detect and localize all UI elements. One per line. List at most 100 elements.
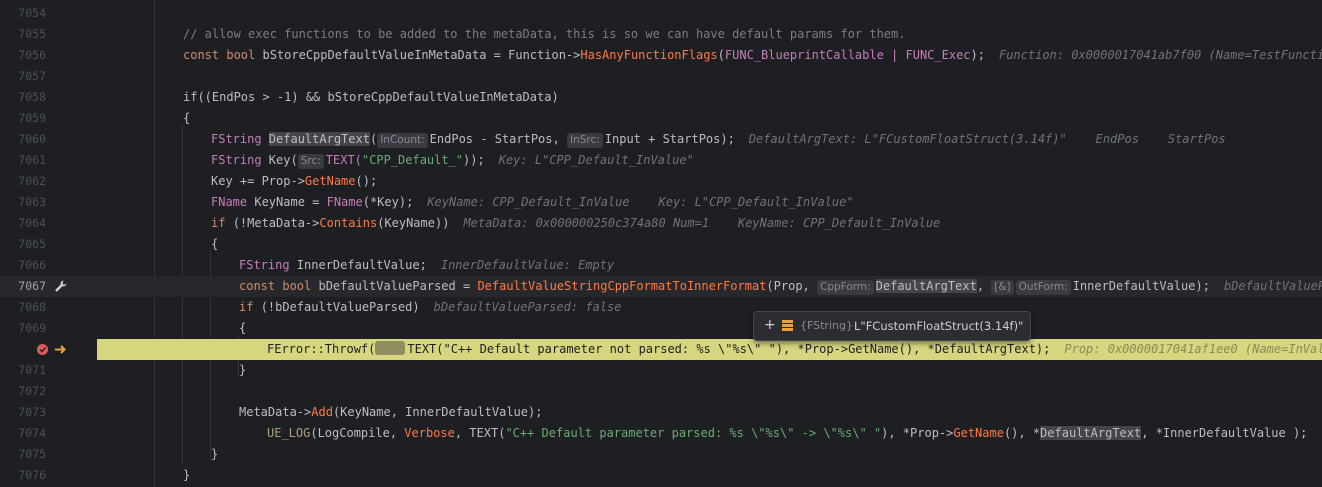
code-token: const bool xyxy=(183,48,263,62)
code-token: DefaultArgText xyxy=(1040,426,1142,440)
line-number: 7063 xyxy=(18,195,46,209)
debug-inline-value: bDefaultValueParsed: false xyxy=(433,300,622,314)
code-line[interactable]: 7064 if (!MetaData->Contains(KeyName)) Me… xyxy=(0,213,1322,234)
code-line[interactable]: 7058 if((EndPos > -1) && bStoreCppDefaul… xyxy=(0,87,1322,108)
execution-arrow-icon xyxy=(55,345,66,354)
code-comment: // allow exec functions to be added to t… xyxy=(183,27,906,41)
code-line[interactable]: 7074 UE_LOG(LogCompile, Verbose, TEXT("C… xyxy=(0,423,1322,444)
code-text: { xyxy=(211,237,219,251)
code-token: (KeyName)) xyxy=(377,216,450,230)
code-line[interactable]: 7055 // allow exec functions to be added… xyxy=(0,24,1322,45)
code-token: UE_LOG xyxy=(267,426,311,440)
code-token: FError::Throwf( xyxy=(267,342,376,356)
code-token: TEXT("C++ Default parameter not parsed: … xyxy=(407,342,1051,356)
code-line[interactable]: 7054 xyxy=(0,3,1322,24)
code-line[interactable]: 7056 const bool bStoreCppDefaultValueInM… xyxy=(0,45,1322,66)
code-token: ( xyxy=(369,132,378,146)
line-number: 7065 xyxy=(18,237,46,251)
breakpoint-icon[interactable] xyxy=(36,343,49,356)
code-token: (!MetaData-> xyxy=(232,216,320,230)
code-token: (KeyName, InnerDefaultValue); xyxy=(332,405,543,419)
code-line-current[interactable]: 7067 const bool bDefaultValueParsed = De… xyxy=(0,276,1322,297)
line-number: 7054 xyxy=(18,6,46,20)
line-number: 7072 xyxy=(18,384,46,398)
wrench-icon[interactable] xyxy=(54,279,68,293)
line-number: 7074 xyxy=(18,426,46,440)
line-number: 7066 xyxy=(18,258,46,272)
debug-value-tooltip[interactable]: + {FString} L"FCustomFloatStruct(3.14f)" xyxy=(753,311,1031,341)
debug-inline-value: Function: 0x0000017041ab7f00 (Name=TestF… xyxy=(998,48,1322,62)
code-line[interactable]: 7059 { xyxy=(0,108,1322,129)
code-token: if xyxy=(211,216,233,230)
code-token: )); xyxy=(463,153,485,167)
parameter-hint: Src: xyxy=(297,154,324,169)
code-token: if xyxy=(239,300,261,314)
format-hint xyxy=(375,341,406,355)
code-token: , xyxy=(976,279,992,293)
line-number: 7057 xyxy=(18,69,46,83)
debug-inline-value: DefaultArgText: L"FCustomFloatStruct(3.1… xyxy=(748,132,1226,146)
debug-inline-value: InnerDefaultValue: Empty xyxy=(440,258,615,272)
code-token: Verbose xyxy=(404,426,455,440)
code-token: "CPP_Default_" xyxy=(361,153,464,167)
code-line[interactable]: 7060 FString DefaultArgText(InCount: EndP… xyxy=(0,129,1322,150)
parameter-hint: CppForm: xyxy=(817,280,874,295)
code-token: InnerDefaultValue; xyxy=(296,258,427,272)
code-token: , *InnerDefaultValue ); xyxy=(1141,426,1308,440)
code-line[interactable]: 7075 } xyxy=(0,444,1322,465)
code-token: Key += Prop-> xyxy=(211,174,305,188)
code-token: HasAnyFunctionFlags xyxy=(580,48,718,62)
code-token: FString xyxy=(211,132,269,146)
line-number: 7061 xyxy=(18,153,46,167)
code-token: DefaultArgText xyxy=(268,132,370,146)
code-line[interactable]: 7072 xyxy=(0,381,1322,402)
code-line[interactable]: 7068 if (!bDefaultValueParsed) bDefaultVa… xyxy=(0,297,1322,318)
code-line[interactable]: 7076 } xyxy=(0,465,1322,486)
debug-inline-value: Key: L"CPP_Default_InValue" xyxy=(498,153,694,167)
code-line[interactable]: 7063 FName KeyName = FName(*Key); KeyName… xyxy=(0,192,1322,213)
code-token: FString xyxy=(239,258,297,272)
code-line[interactable]: 7065 { xyxy=(0,234,1322,255)
code-token: Add xyxy=(311,405,333,419)
code-token: FUNC_BlueprintCallable | FUNC_Exec xyxy=(724,48,971,62)
code-text: } xyxy=(183,468,191,482)
line-number: 7059 xyxy=(18,111,46,125)
code-token: (LogCompile, xyxy=(310,426,405,440)
line-number: 7071 xyxy=(18,363,46,377)
line-number: 7067 xyxy=(18,279,46,293)
expand-plus-icon[interactable]: + xyxy=(764,316,776,334)
code-line[interactable]: 7069 { xyxy=(0,318,1322,339)
code-token: bDefaultValueParsed = xyxy=(318,279,478,293)
code-token: ), *Prop-> xyxy=(881,426,954,440)
code-text: } xyxy=(211,447,219,461)
code-line[interactable]: 7071 } xyxy=(0,360,1322,381)
code-token: Input + StartPos); xyxy=(604,132,735,146)
debug-inline-value: bDefaultValueParsed xyxy=(1223,279,1322,293)
code-token: FString xyxy=(211,153,269,167)
code-line[interactable]: 7062 Key += Prop->GetName(); xyxy=(0,171,1322,192)
code-token: (); xyxy=(355,174,378,188)
code-token: DefaultValueStringCppFormatToInnerFormat xyxy=(477,279,767,293)
execution-line[interactable]: FError::Throwf( TEXT("C++ Default paramet… xyxy=(0,339,1322,360)
code-token: "C++ Default parameter parsed: %s \"%s\"… xyxy=(505,426,882,440)
parameter-hint: [&] xyxy=(991,280,1014,295)
line-number: 7069 xyxy=(18,321,46,335)
code-line[interactable]: 7061 FString Key(Src: TEXT("CPP_Default_"… xyxy=(0,150,1322,171)
code-line[interactable]: 7066 FString InnerDefaultValue; InnerDefa… xyxy=(0,255,1322,276)
parameter-hint: InCount: xyxy=(377,133,428,148)
code-token: EndPos - StartPos, xyxy=(429,132,567,146)
code-token: const bool xyxy=(239,279,319,293)
code-token: (), * xyxy=(1003,426,1041,440)
code-line[interactable]: 7057 xyxy=(0,66,1322,87)
line-number: 7056 xyxy=(18,48,46,62)
code-text: { xyxy=(239,321,247,335)
code-token: ); xyxy=(970,48,985,62)
parameter-hint: OutForm: xyxy=(1015,280,1071,295)
stack-icon xyxy=(782,320,793,331)
code-token: FName xyxy=(211,195,255,209)
code-token: KeyName = xyxy=(254,195,327,209)
debug-inline-value: MetaData: 0x000000250c374a80 Num=1 KeyNa… xyxy=(463,216,941,230)
code-token: GetName xyxy=(953,426,1004,440)
line-number: 7075 xyxy=(18,447,46,461)
code-line[interactable]: 7073 MetaData->Add(KeyName, InnerDefault… xyxy=(0,402,1322,423)
